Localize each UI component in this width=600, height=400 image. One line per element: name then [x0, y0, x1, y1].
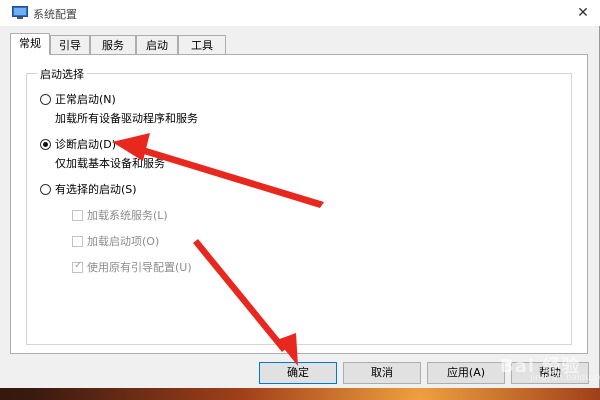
- tab-tools[interactable]: 工具: [178, 35, 226, 54]
- general-tab-panel: 启动选择 正常启动(N) 加载所有设备驱动程序和服务 诊断启动(D) 仅加载基本…: [10, 54, 588, 354]
- tab-boot[interactable]: 引导: [50, 35, 90, 54]
- msconfig-app-icon: [12, 6, 28, 19]
- window-title: 系统配置: [33, 8, 77, 21]
- use-original-boot-config-label: 使用原有引导配置(U): [87, 261, 192, 274]
- cancel-button[interactable]: 取消: [343, 362, 421, 384]
- normal-startup-radio[interactable]: [40, 94, 51, 105]
- diagnostic-startup-radio[interactable]: [40, 139, 51, 150]
- tab-services[interactable]: 服务: [90, 35, 136, 54]
- load-system-services-checkbox[interactable]: [72, 210, 83, 221]
- selective-startup-label[interactable]: 有选择的启动(S): [55, 181, 137, 197]
- close-button[interactable]: ✕: [566, 0, 600, 26]
- diagnostic-startup-desc: 仅加载基本设备和服务: [55, 157, 165, 170]
- normal-startup-desc: 加载所有设备驱动程序和服务: [55, 112, 198, 125]
- use-original-boot-config-checkbox[interactable]: ✓: [72, 260, 83, 273]
- tab-startup[interactable]: 启动: [136, 35, 178, 54]
- load-startup-items-checkbox[interactable]: [72, 236, 83, 247]
- selective-startup-radio[interactable]: [40, 184, 51, 195]
- load-startup-items-label: 加载启动项(O): [87, 235, 160, 248]
- watermark-subtext: jingyan.baidu.com: [530, 373, 600, 383]
- group-label: 启动选择: [37, 66, 87, 82]
- tab-general[interactable]: 常规: [10, 33, 50, 55]
- close-icon: ✕: [577, 5, 589, 21]
- diagnostic-startup-label[interactable]: 诊断启动(D): [55, 136, 116, 152]
- checkmark-icon: ✓: [74, 260, 83, 271]
- normal-startup-label[interactable]: 正常启动(N): [55, 91, 116, 107]
- load-system-services-label: 加载系统服务(L): [87, 209, 168, 222]
- startup-selection-group: 启动选择 正常启动(N) 加载所有设备驱动程序和服务 诊断启动(D) 仅加载基本…: [26, 66, 572, 345]
- ok-button[interactable]: 确定: [259, 362, 337, 384]
- baidu-watermark: Bai 经验 jingyan.baidu.com: [480, 340, 600, 385]
- system-config-dialog: 系统配置 ✕ 常规 引导 服务 启动 工具 启动选择 正常启动(N) 加载所有设…: [0, 0, 600, 388]
- title-bar: 系统配置 ✕: [0, 0, 600, 26]
